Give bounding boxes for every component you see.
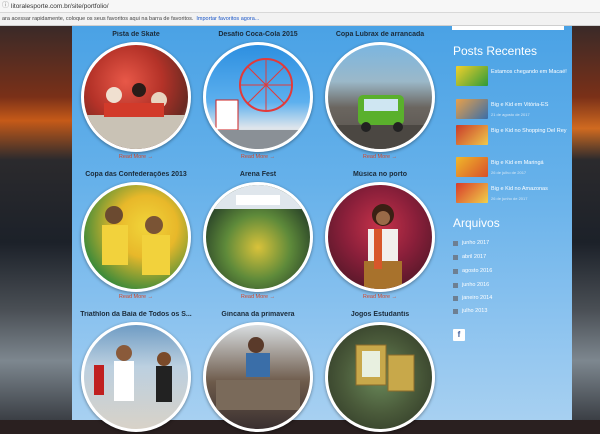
recent-posts-heading: Posts Recentes [453, 44, 538, 58]
trophies-photo [355, 344, 415, 392]
recent-post[interactable]: Big e Kid em Vitória-ES 21 de agosto de … [456, 99, 568, 121]
post-thumbnail[interactable] [456, 183, 488, 203]
portfolio-title[interactable]: Copa Lubrax de arrancada [320, 31, 440, 38]
post-title[interactable]: Estamos chegando em Macaé! [491, 69, 569, 76]
archive-link[interactable]: abril 2017 [453, 254, 486, 260]
page-info-icon[interactable]: ⓘ [2, 2, 9, 9]
background-left [0, 26, 72, 420]
read-more-link[interactable]: Read More → [198, 154, 318, 160]
football-players-photo [102, 206, 170, 275]
post-thumbnail[interactable] [456, 66, 488, 86]
gincana-photo [216, 337, 300, 410]
background-right [572, 26, 600, 420]
archive-link[interactable]: junho 2017 [453, 240, 489, 246]
archive-label[interactable]: agosto 2016 [462, 268, 492, 274]
archive-link[interactable]: agosto 2016 [453, 268, 492, 274]
read-more-link[interactable]: Read More → [76, 154, 196, 160]
portfolio-image[interactable] [81, 182, 191, 292]
post-thumbnail[interactable] [456, 99, 488, 119]
portfolio-item[interactable]: Triathlon da Baía de Todos os S... [76, 311, 196, 434]
url-text[interactable]: litoralesporte.com.br/site/portfolio/ [11, 3, 109, 10]
portfolio-item[interactable]: Pista de Skate Read More → [76, 31, 196, 160]
archive-label[interactable]: julho 2013 [462, 308, 487, 314]
portfolio-title[interactable]: Música no porto [320, 171, 440, 178]
portfolio-item[interactable]: Música no porto Read More → [320, 171, 440, 300]
bookmarks-hint: ara acessar rapidamente, coloque os seus… [2, 16, 194, 22]
portfolio-title[interactable]: Jogos Estudantis [320, 311, 440, 318]
archive-link[interactable]: julho 2013 [453, 308, 487, 314]
crowd-photo [206, 185, 310, 209]
portfolio-item[interactable]: Jogos Estudantis [320, 311, 440, 434]
recent-post[interactable]: Big e Kid em Maringá 26 de julho de 2017 [456, 157, 568, 179]
folder-icon [453, 308, 458, 314]
folder-icon [453, 282, 458, 288]
post-thumbnail[interactable] [456, 125, 488, 145]
read-more-link[interactable]: Read More → [76, 294, 196, 300]
portfolio-item[interactable]: Gincana da primavera [198, 311, 318, 434]
post-thumbnail[interactable] [456, 157, 488, 177]
recent-post[interactable]: Estamos chegando em Macaé! [456, 66, 568, 88]
car-photo [328, 95, 432, 149]
recent-post[interactable]: Big e Kid no Shopping Del Rey [456, 125, 568, 147]
portfolio-title[interactable]: Desafio Coca-Cola 2015 [198, 31, 318, 38]
archive-label[interactable]: abril 2017 [462, 254, 486, 260]
post-date: 26 de julho de 2017 [491, 170, 527, 175]
portfolio-image[interactable] [203, 42, 313, 152]
folder-icon [453, 295, 458, 301]
skate-photo [84, 83, 188, 149]
portfolio-title[interactable]: Pista de Skate [76, 31, 196, 38]
search-box[interactable] [452, 26, 564, 30]
archive-link[interactable]: janeiro 2014 [453, 295, 492, 301]
portfolio-item[interactable]: Copa das Confederações 2013 Read More → [76, 171, 196, 300]
facebook-icon[interactable]: f [453, 329, 465, 341]
archive-label[interactable]: junho 2016 [462, 282, 489, 288]
bookmarks-bar: ara acessar rapidamente, coloque os seus… [0, 13, 600, 26]
ferris-wheel-photo [206, 58, 310, 149]
read-more-link[interactable]: Read More → [320, 294, 440, 300]
portfolio-image[interactable] [81, 42, 191, 152]
portfolio-title[interactable]: Copa das Confederações 2013 [76, 171, 196, 178]
portfolio-title[interactable]: Triathlon da Baía de Todos os S... [76, 311, 196, 318]
archive-label[interactable]: janeiro 2014 [462, 295, 492, 301]
read-more-link[interactable]: Read More → [198, 294, 318, 300]
portfolio-image[interactable] [203, 322, 313, 432]
address-bar[interactable]: ⓘ litoralesporte.com.br/site/portfolio/ [0, 0, 600, 13]
singer-photo [364, 204, 402, 289]
portfolio-image[interactable] [325, 182, 435, 292]
portfolio-image[interactable] [325, 322, 435, 432]
archive-label[interactable]: junho 2017 [462, 240, 489, 246]
folder-icon [453, 254, 458, 260]
archive-link[interactable]: junho 2016 [453, 282, 489, 288]
post-title[interactable]: Big e Kid no Shopping Del Rey [491, 128, 569, 135]
portfolio-item[interactable]: Arena Fest Read More → [198, 171, 318, 300]
portfolio-image[interactable] [203, 182, 313, 292]
archives-heading: Arquivos [453, 216, 500, 230]
post-title[interactable]: Big e Kid no Amazonas [491, 186, 569, 193]
post-date: 21 de agosto de 2017 [491, 112, 530, 117]
post-title[interactable]: Big e Kid em Maringá [491, 160, 569, 167]
portfolio-title[interactable]: Arena Fest [198, 171, 318, 178]
post-title[interactable]: Big e Kid em Vitória-ES [491, 102, 569, 109]
portfolio-item[interactable]: Desafio Coca-Cola 2015 Read More → [198, 31, 318, 160]
triathlon-photo [94, 345, 172, 402]
portfolio-item[interactable]: Copa Lubrax de arrancada Read More → [320, 31, 440, 160]
recent-post[interactable]: Big e Kid no Amazonas 26 de junho de 201… [456, 183, 568, 205]
portfolio-title[interactable]: Gincana da primavera [198, 311, 318, 318]
folder-icon [453, 240, 458, 246]
import-bookmarks-link[interactable]: Importar favoritos agora... [196, 16, 259, 22]
post-date: 26 de junho de 2017 [491, 196, 528, 201]
read-more-link[interactable]: Read More → [320, 154, 440, 160]
portfolio-image[interactable] [81, 322, 191, 432]
portfolio-image[interactable] [325, 42, 435, 152]
folder-icon [453, 268, 458, 274]
